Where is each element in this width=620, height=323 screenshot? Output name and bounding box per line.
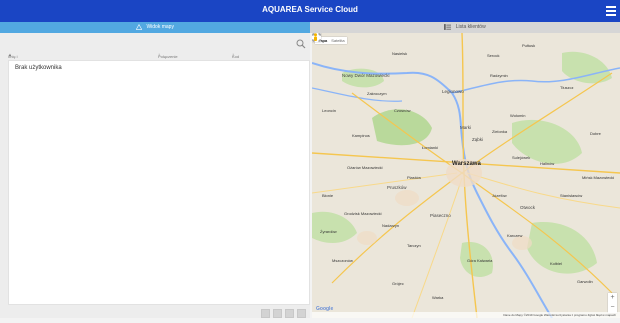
map-label: Zakroczym [367,91,387,96]
map-label: Błonie [322,193,334,198]
map-label: Kampinos [352,133,370,138]
street-view-pegman-icon[interactable] [312,33,319,42]
first-page-button[interactable] [261,309,270,318]
empty-state-text: Brak użytkownika [15,65,62,71]
column-connection-label: Połączenie [158,54,178,59]
next-page-button[interactable] [285,309,294,318]
tab-map-view-label: Widok mapy [146,24,174,30]
map-label: Garwolin [577,279,593,284]
last-page-button[interactable] [297,309,306,318]
map-label: Serock [487,53,500,58]
map-label: Góra Kalwaria [467,258,493,263]
map-label: Zielonka [492,129,508,134]
tab-client-list[interactable]: Lista klientów [310,22,620,33]
prev-page-button[interactable] [273,309,282,318]
map-label: Wołomin [510,113,526,118]
column-error-code[interactable]: Kod błędu ↕ [232,52,242,64]
tab-client-list-label: Lista klientów [455,24,486,30]
map-label: Marki [460,125,471,130]
map-label: Halinów [540,161,555,166]
map-label: Mszczonów [332,258,353,263]
map-label: Tarczyn [407,243,421,248]
map-label: Piaseczno [430,213,451,218]
map-type-satellite-button[interactable]: Satelita [329,38,346,43]
client-table-body: Brak użytkownika [8,60,310,305]
map-label: Piastów [407,175,422,180]
map-label: Warka [432,295,444,300]
map-label: Warszawa [452,161,481,167]
map-label: Sulejówek [512,155,531,160]
column-connection[interactable]: Połączenie ↕ [158,52,178,59]
map-label: Ząbki [472,137,484,142]
map-label: Tłuszcz [560,85,574,90]
map-label: Grójec [392,281,404,286]
map-attribution: Dane do Mapy ©2019 Google Warunki korzys… [312,312,620,318]
pagination [258,305,306,318]
map-label: Nasielsk [392,51,408,56]
map-label: Pułtusk [522,43,536,48]
hamburger-menu-icon[interactable] [606,6,616,16]
warning-icon [136,23,143,30]
map-label: Mińsk Mazowiecki [582,175,615,180]
map-label: Stanisławów [560,193,583,198]
map-label: Józefów [492,193,507,198]
view-tabs: Widok mapy Lista klientów [0,22,620,33]
map-label: Kołbiel [550,261,563,266]
map-label: Czosnów [394,108,411,113]
map-label: Ożarów Mazowiecki [347,165,383,170]
app-header: AQUAREA Service Cloud [0,0,620,22]
client-list-panel: Imię i nazwisko klienta ▲ Połączenie ↕ K… [0,33,310,318]
map-label: Pruszków [387,185,407,190]
map-label: Łomianki [422,145,439,150]
map-label: Karczew [507,233,523,238]
column-client-name[interactable]: Imię i nazwisko klienta ▲ [8,52,24,69]
map-label: Legionowo [442,89,464,94]
zoom-in-button[interactable]: + [608,293,617,303]
map-label: Nadarzyn [382,223,400,228]
map-view[interactable]: Nowy Dwór Mazowiecki Legionowo Marki Ząb… [312,33,620,318]
map-label: Nowy Dwór Mazowiecki [342,73,390,78]
map-label: Grodzisk Mazowiecki [344,211,382,216]
map-label: Dobre [590,131,601,136]
search-icon[interactable] [296,39,306,49]
map-label: Leoncin [322,108,337,113]
list-icon [444,23,452,30]
map-label: Żyrardów [320,229,337,234]
table-header: Imię i nazwisko klienta ▲ Połączenie ↕ K… [8,50,310,69]
map-label: Radzymin [490,73,508,78]
tab-map-view[interactable]: Widok mapy [0,22,310,33]
zoom-control: + − [608,293,617,313]
map-label: Otwock [520,205,536,210]
app-title: AQUAREA Service Cloud [262,5,358,14]
